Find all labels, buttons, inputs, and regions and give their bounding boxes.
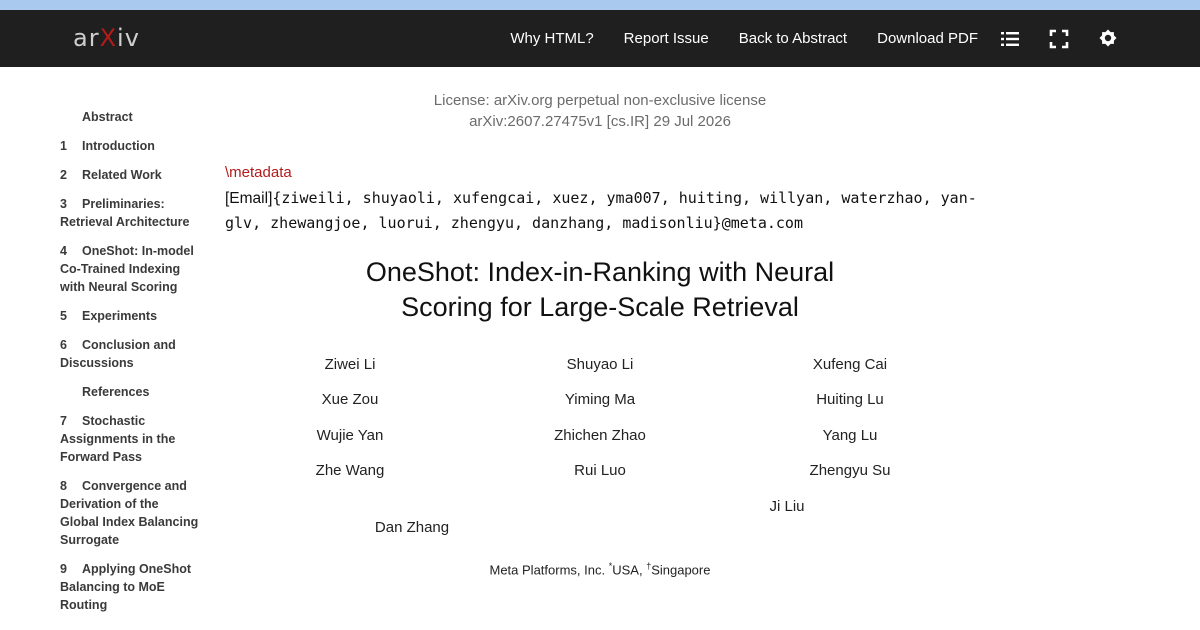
author-name: Dan Zhang [374, 519, 450, 536]
toc-item-oneshot[interactable]: 4 OneShot: In-model Co-Trained Indexing w… [60, 242, 200, 296]
email-list: [Email]{ziweili, shuyaoli, xufengcai, xu… [225, 186, 995, 236]
toc-item-introduction[interactable]: 1 Introduction [60, 137, 200, 155]
author-name: Shuyao Li [566, 356, 634, 373]
author-name: Yang Lu [822, 427, 878, 444]
list-icon[interactable] [999, 28, 1021, 50]
theme-icon[interactable] [1097, 28, 1119, 50]
license-header: License: arXiv.org perpetual non-exclusi… [340, 90, 860, 132]
author-name: Ji Liu [769, 498, 805, 515]
browser-top-strip [0, 0, 1200, 10]
arxiv-logo[interactable]: arXiv [73, 23, 140, 53]
author-name: Xue Zou [321, 391, 379, 408]
report-issue-link[interactable]: Report Issue [624, 30, 709, 47]
metadata-command: \metadata [225, 164, 292, 181]
email-addresses: {ziweili, shuyaoli, xufengcai, xuez, yma… [225, 189, 977, 232]
toc-item-conclusion[interactable]: 6 Conclusion and Discussions [60, 336, 200, 372]
license-text: License: arXiv.org perpetual non-exclusi… [433, 92, 767, 109]
author-name: Zhengyu Su [809, 462, 891, 479]
affiliation: Meta Platforms, Inc. *USA, †Singapore [489, 561, 711, 578]
toc-item-preliminaries[interactable]: 3 Preliminaries: Retrieval Architecture [60, 195, 200, 231]
nav-links: Why HTML? Report Issue Back to Abstract … [510, 10, 978, 67]
toc-item-convergence[interactable]: 8 Convergence and Derivation of the Globa… [60, 477, 200, 549]
toc-item-stochastic-assignments[interactable]: 7 Stochastic Assignments in the Forward P… [60, 412, 200, 466]
why-html-link[interactable]: Why HTML? [510, 30, 593, 47]
toc-item-abstract[interactable]: Abstract [60, 108, 200, 126]
paper-title: OneShot: Index-in-Ranking with Neural Sc… [365, 257, 835, 322]
author-name: Xufeng Cai [812, 356, 888, 373]
table-of-contents: Abstract 1 Introduction 2 Related Work 3 Pr… [60, 108, 200, 625]
author-name: Zhe Wang [315, 462, 385, 479]
author-name: Yiming Ma [564, 391, 636, 408]
author-name: Zhichen Zhao [554, 427, 646, 444]
arxiv-identifier: arXiv:2607.27475v1 [cs.IR] 29 Jul 2026 [469, 113, 731, 130]
top-navbar: arXiv Why HTML? Report Issue Back to Abs… [0, 10, 1200, 67]
author-name: Rui Luo [574, 462, 626, 479]
toc-item-related-work[interactable]: 2 Related Work [60, 166, 200, 184]
download-pdf-link[interactable]: Download PDF [877, 30, 978, 47]
author-name: Wujie Yan [316, 427, 384, 444]
fullscreen-icon[interactable] [1048, 28, 1070, 50]
toc-item-moe-routing[interactable]: 9 Applying OneShot Balancing to MoE Routi… [60, 560, 200, 614]
email-prefix: [Email] [225, 190, 273, 207]
author-name: Huiting Lu [816, 391, 884, 408]
toc-item-experiments[interactable]: 5 Experiments [60, 307, 200, 325]
back-to-abstract-link[interactable]: Back to Abstract [739, 30, 847, 47]
author-name: Ziwei Li [324, 356, 376, 373]
toc-item-references[interactable]: References [60, 383, 200, 401]
